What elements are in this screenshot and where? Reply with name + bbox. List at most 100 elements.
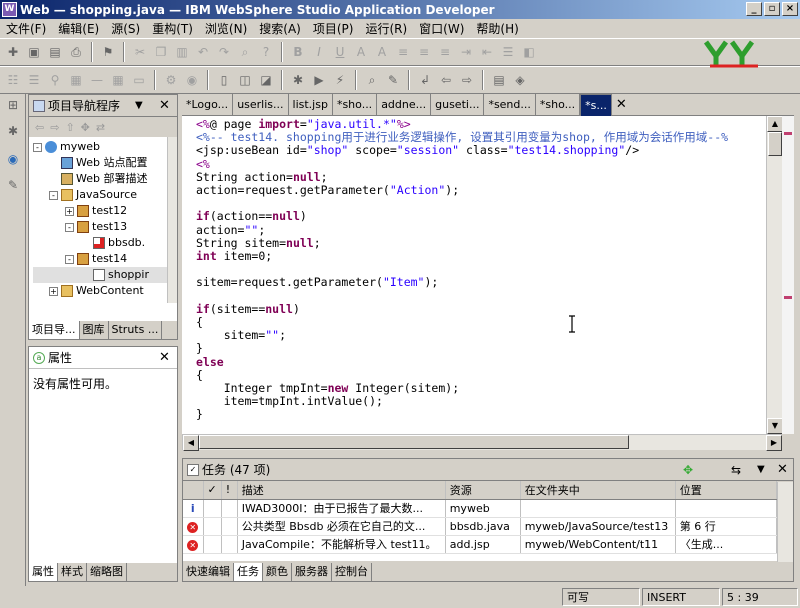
italic-icon[interactable]: I xyxy=(310,43,328,61)
editor-tab-addnew[interactable]: addne... xyxy=(377,94,432,116)
debug-perspective-icon[interactable]: ✱ xyxy=(4,122,22,140)
run-server-icon[interactable]: ⚑ xyxy=(99,43,117,61)
image-icon[interactable]: ▦ xyxy=(67,71,85,89)
list-bullet-icon[interactable]: ☰ xyxy=(25,71,43,89)
list-ordered-icon[interactable]: ☷ xyxy=(4,71,22,89)
open-resource-icon[interactable]: ◪ xyxy=(257,71,275,89)
web-perspective-icon[interactable]: ◉ xyxy=(4,150,22,168)
run-icon[interactable]: ▶ xyxy=(310,71,328,89)
menu-help[interactable]: 帮助(H) xyxy=(470,20,524,37)
link-editor-icon[interactable]: ⇄ xyxy=(96,121,105,134)
table-row[interactable]: ✕ JavaCompile：不能解析导入 test11。 add.jsp myweb/… xyxy=(183,535,777,554)
error-marker[interactable] xyxy=(784,132,792,135)
editor-tab-shopping-active[interactable]: *s... xyxy=(580,94,612,116)
scroll-right-button[interactable]: ▶ xyxy=(766,435,782,451)
maximize-button[interactable]: ▫ xyxy=(764,2,780,16)
scroll-left-button[interactable]: ◀ xyxy=(183,435,199,451)
scroll-thumb[interactable] xyxy=(768,132,782,156)
tab-gallery[interactable]: 图库 xyxy=(80,321,109,339)
last-edit-icon[interactable]: ↲ xyxy=(416,71,434,89)
tasks-menu-icon[interactable]: ▼ xyxy=(757,464,765,475)
bean-icon[interactable]: ◉ xyxy=(183,71,201,89)
print-icon[interactable]: ⎙ xyxy=(67,43,85,61)
collapse-icon[interactable]: - xyxy=(65,254,74,264)
tab-thumbnails[interactable]: 缩略图 xyxy=(87,563,127,581)
align-right-icon[interactable]: ≡ xyxy=(436,43,454,61)
expand-icon[interactable]: + xyxy=(49,286,58,296)
align-left-icon[interactable]: ≡ xyxy=(394,43,412,61)
col-priority[interactable]: ! xyxy=(221,481,238,500)
search-icon[interactable]: ⌕ xyxy=(363,71,381,89)
editor-tab-list[interactable]: list.jsp xyxy=(289,94,333,116)
col-done[interactable]: ✓ xyxy=(203,481,222,500)
tree-item[interactable]: Web 部署描述 xyxy=(33,171,177,187)
table-row[interactable]: i IWAD3000I：由于已报告了最大数... myweb xyxy=(183,499,777,518)
editor-tab-guestinfo[interactable]: guseti... xyxy=(431,94,485,116)
editor-close-icon[interactable]: ✕ xyxy=(616,94,627,115)
back-icon[interactable]: ⇦ xyxy=(35,121,44,134)
cut-icon[interactable]: ✂ xyxy=(131,43,149,61)
scroll-down-button[interactable]: ▼ xyxy=(767,418,783,434)
tab-servers[interactable]: 服务器 xyxy=(292,563,332,581)
rule-icon[interactable]: — xyxy=(88,71,106,89)
editor-hscrollbar[interactable]: ◀ ▶ xyxy=(182,434,782,451)
open-type-icon[interactable]: ◫ xyxy=(236,71,254,89)
up-icon[interactable]: ⇧ xyxy=(65,121,74,134)
tree-item[interactable]: - test14 xyxy=(33,251,177,267)
bold-icon[interactable]: B xyxy=(289,43,307,61)
profile-icon[interactable]: ⚡ xyxy=(331,71,349,89)
filter-icon[interactable]: ✥ xyxy=(683,463,693,477)
menu-edit[interactable]: 编辑(E) xyxy=(52,20,105,37)
indent-icon[interactable]: ⇥ xyxy=(457,43,475,61)
open-perspective-icon[interactable]: ⊞ xyxy=(4,96,22,114)
editor-vscrollbar[interactable]: ▲ ▼ xyxy=(766,116,783,434)
tab-tasks[interactable]: 任务 xyxy=(234,563,263,581)
pin-icon[interactable]: ✎ xyxy=(384,71,402,89)
menu-project[interactable]: 项目(P) xyxy=(307,20,360,37)
tasks-close-icon[interactable]: ✕ xyxy=(777,462,788,477)
outdent-icon[interactable]: ⇤ xyxy=(478,43,496,61)
expand-icon[interactable]: + xyxy=(65,206,74,216)
properties-close-icon[interactable]: ✕ xyxy=(159,350,170,365)
redo-icon[interactable]: ↷ xyxy=(215,43,233,61)
editor-tab-send[interactable]: *send... xyxy=(484,94,536,116)
save-icon[interactable]: ▣ xyxy=(25,43,43,61)
hscroll-thumb[interactable] xyxy=(199,435,629,449)
minimize-button[interactable]: _ xyxy=(746,2,762,16)
scroll-up-button[interactable]: ▲ xyxy=(767,116,783,132)
tab-quick-edit[interactable]: 快速编辑 xyxy=(183,563,234,581)
navigator-close-icon[interactable]: ✕ xyxy=(159,98,170,113)
find-icon[interactable]: ⌕ xyxy=(236,43,254,61)
forward-icon[interactable]: ⇨ xyxy=(458,71,476,89)
error-marker[interactable] xyxy=(784,296,792,299)
collapse-all-icon[interactable]: ✥ xyxy=(81,121,90,134)
font-larger-icon[interactable]: A xyxy=(352,43,370,61)
col-folder[interactable]: 在文件夹中 xyxy=(520,481,676,500)
jsp-icon[interactable]: ⚙ xyxy=(162,71,180,89)
back-icon[interactable]: ⇦ xyxy=(437,71,455,89)
tab-project-navigator[interactable]: 项目导... xyxy=(29,321,80,339)
table-row[interactable]: ✕ 公共类型 Bbsdb 必须在它自己的文... bbsdb.java myweb/J… xyxy=(183,517,777,536)
color-icon[interactable]: ◧ xyxy=(520,43,538,61)
java-perspective-icon[interactable]: ✎ xyxy=(4,176,22,194)
menu-file[interactable]: 文件(F) xyxy=(0,20,52,37)
tab-styles[interactable]: 样式 xyxy=(58,563,87,581)
col-resource[interactable]: 资源 xyxy=(445,481,521,500)
undo-icon[interactable]: ↶ xyxy=(194,43,212,61)
menu-search[interactable]: 搜索(A) xyxy=(253,20,307,37)
menu-window[interactable]: 窗口(W) xyxy=(413,20,470,37)
forward-icon[interactable]: ⇨ xyxy=(50,121,59,134)
tasks-scrollbar[interactable] xyxy=(777,482,793,562)
perspective-icon[interactable]: ◈ xyxy=(511,71,529,89)
tree-item[interactable]: + WebContent xyxy=(33,283,177,299)
tree-item[interactable]: - myweb xyxy=(33,139,177,155)
tree-item[interactable]: - JavaSource xyxy=(33,187,177,203)
tree-item[interactable]: - test13 xyxy=(33,219,177,235)
editor-tab-userlist[interactable]: userlis... xyxy=(233,94,289,116)
editor-tab-sho-2[interactable]: *sho... xyxy=(536,94,581,116)
form-icon[interactable]: ▭ xyxy=(130,71,148,89)
tree-item[interactable]: + test12 xyxy=(33,203,177,219)
code-editor[interactable]: <%@ page import="java.util.*"%> <%-- test… xyxy=(182,116,766,434)
col-type[interactable] xyxy=(183,481,204,500)
list-icon[interactable]: ☰ xyxy=(499,43,517,61)
